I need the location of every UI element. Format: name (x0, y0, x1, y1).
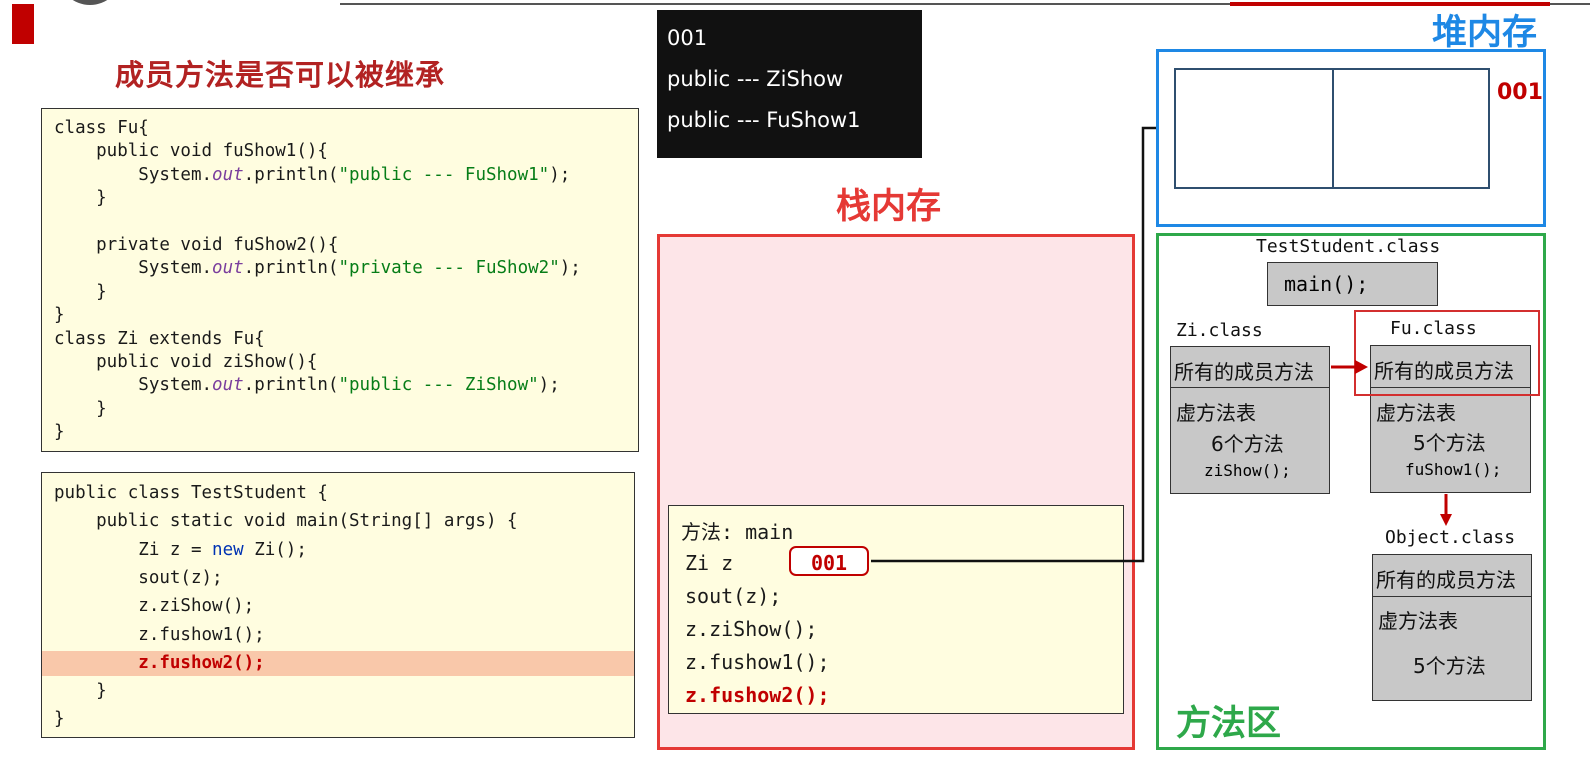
inheritance-arrows (1331, 360, 1452, 526)
